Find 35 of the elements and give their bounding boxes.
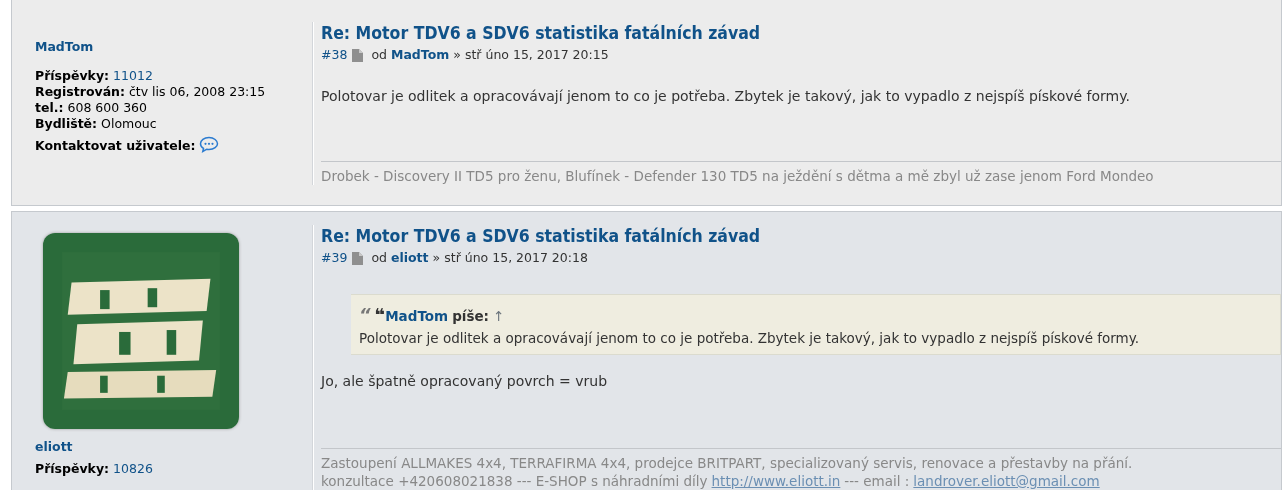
quote-text: Polotovar je odlitek a opracovávají jenom to co je potřeba. Zbytek je takový, jak to vypadlo z nejspíš pískové formy. xyxy=(359,328,1141,348)
post-author-link[interactable]: eliott xyxy=(391,249,429,268)
separator-text: » xyxy=(432,249,441,267)
signature-text: Zastoupení ALLMAKES 4x4, TERRAFIRMA 4x4, prodejce BRITPART, specializovaný servis, renovace a přestavby na přání. xyxy=(321,454,1133,472)
profile-field: tel.: 608 600 360 xyxy=(35,99,303,116)
separator-text: » xyxy=(453,46,461,64)
quote-says-label: píše: xyxy=(452,306,490,326)
post-title[interactable]: Re: Motor TDV6 a SDV6 statistika fatálních závad xyxy=(321,225,1281,247)
username-link[interactable]: MadTom xyxy=(35,38,94,57)
post-text: Polotovar je odlitek a opracovávají jenom to co je potřeba. Zbytek je takový, jak to vypadlo z nejspíš pískové formy. xyxy=(321,86,1131,106)
post-title[interactable]: Re: Motor TDV6 a SDV6 statistika fatálních závad xyxy=(321,22,1281,44)
document-icon[interactable] xyxy=(352,48,364,62)
post-text: Jo, ale špatně opracovaný povrch = vrub xyxy=(321,372,609,391)
quoted-author-link[interactable]: MadTom xyxy=(385,305,449,326)
signature-text: konzultace +420608021838 --- E-SHOP s náhradními díly xyxy=(321,472,708,490)
signature-text: --- email : xyxy=(844,472,910,490)
jump-to-post-link[interactable]: ↑ xyxy=(493,305,505,326)
username-link[interactable]: eliott xyxy=(35,438,73,457)
signature-text: Drobek - Discovery II TD5 pro ženu, Blufínek - Defender 130 TD5 na ježdění s dětma a mě zbyl už zase jenom Ford Mondeo xyxy=(321,167,1154,185)
post-date: stř úno 15, 2017 20:18 xyxy=(444,249,588,267)
chat-bubble-icon[interactable] xyxy=(199,135,220,153)
post-number-link[interactable]: #39 xyxy=(321,249,348,268)
profile-field: Příspěvky: 11012 xyxy=(35,67,303,84)
post-by-label: od xyxy=(371,249,387,267)
post-number-link[interactable]: #38 xyxy=(321,46,348,65)
contact-label: Kontaktovat uživatele: xyxy=(35,137,196,153)
profile-field: Příspěvky: 10826 xyxy=(35,460,303,477)
quote-mark: “ xyxy=(359,302,371,327)
quote-mark: ❝ xyxy=(374,302,386,327)
post-date: stř úno 15, 2017 20:15 xyxy=(464,46,609,64)
profile-field: Registrován: čtv lis 06, 2008 23:15 xyxy=(35,83,303,100)
post-author-link[interactable]: MadTom xyxy=(391,46,450,65)
document-icon[interactable] xyxy=(352,251,364,265)
post-by-label: od xyxy=(371,46,387,64)
profile-field: Bydliště: Olomouc xyxy=(35,115,303,132)
